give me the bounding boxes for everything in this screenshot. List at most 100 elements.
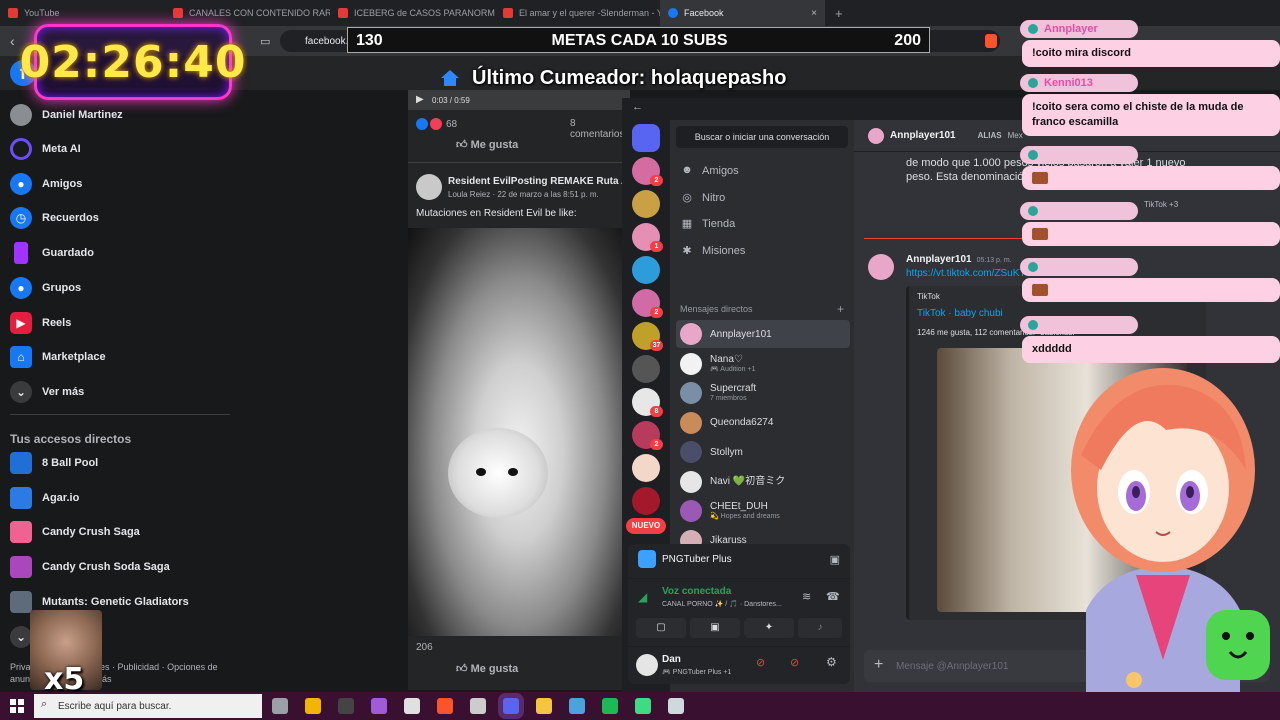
voice-status[interactable]: Voz conectada: [662, 586, 731, 597]
avatar: [680, 382, 702, 404]
server-icon[interactable]: [632, 124, 660, 152]
back-button[interactable]: ‹: [10, 33, 15, 49]
user-activity: 🎮 PNGTuber Plus +1: [662, 669, 732, 676]
new-badge[interactable]: NUEVO: [626, 518, 666, 534]
sidebar-item-memories[interactable]: ◷ Recuerdos: [10, 201, 99, 235]
server-icon[interactable]: [632, 355, 660, 383]
dm-item[interactable]: Supercraft 7 miembros: [676, 379, 850, 407]
shortcut-agario[interactable]: Agar.io: [10, 481, 79, 515]
avatar[interactable]: [636, 654, 658, 676]
like-reaction-icon: [416, 118, 428, 130]
embed-title[interactable]: TikTok · baby chubi: [917, 308, 1003, 319]
taskbar-app-icon[interactable]: [338, 698, 354, 714]
noise-suppression-icon[interactable]: ≋: [802, 590, 811, 603]
taskbar-app-icon[interactable]: [371, 698, 387, 714]
activity-action-icon[interactable]: ▣: [830, 553, 840, 566]
comments-count[interactable]: 8 comentarios: [570, 118, 630, 140]
windows-start-icon[interactable]: [10, 699, 24, 713]
taskbar-app-icon[interactable]: [635, 698, 651, 714]
taskbar-app-icon[interactable]: [569, 698, 585, 714]
soundboard-button[interactable]: ♪: [798, 618, 842, 638]
chat-message: !coito mira discord: [1022, 40, 1280, 67]
chat-message: !coito sera como el chiste de la muda de…: [1022, 94, 1280, 136]
reactions-count[interactable]: 68: [416, 118, 457, 130]
unread-badge: 37: [650, 340, 663, 351]
tab-slenderman[interactable]: El amar y el querer -Slenderman - Yo: [495, 0, 660, 26]
like-button[interactable]: 👍︎ Me gusta: [456, 138, 518, 151]
screen-share-button[interactable]: ▣: [690, 618, 740, 638]
taskbar-app-icon[interactable]: [305, 698, 321, 714]
dm-item[interactable]: Nana♡ 🎮 Audition +1: [676, 350, 850, 378]
nav-store[interactable]: ▦ Tienda: [680, 217, 735, 231]
taskbar-app-icon[interactable]: [536, 698, 552, 714]
reactions-count[interactable]: 206: [416, 642, 433, 653]
avatar[interactable]: [868, 254, 894, 280]
taskbar-app-icon[interactable]: [272, 698, 288, 714]
nav-quests[interactable]: ✱ Misiones: [680, 244, 745, 258]
sidebar-item-marketplace[interactable]: ⌂ Marketplace: [10, 340, 106, 374]
sidebar-item-profile[interactable]: Daniel Martinez: [10, 98, 123, 132]
activities-button[interactable]: ✦: [744, 618, 794, 638]
dm-heading: Mensajes directos +: [680, 302, 844, 316]
tab-youtube[interactable]: YouTube: [0, 0, 165, 26]
shortcut-candy-crush[interactable]: Candy Crush Saga: [10, 515, 140, 549]
tab-facebook[interactable]: Facebook ×: [660, 0, 825, 26]
dm-item[interactable]: CHEEt_DUH 💫 Hopes and dreams: [676, 497, 850, 525]
dm-item[interactable]: Stollym: [676, 438, 850, 466]
tab-iceberg[interactable]: ICEBERG de CASOS PARANORMALES: [330, 0, 495, 26]
sidebar-item-see-more[interactable]: ⌄ Ver más: [10, 375, 84, 409]
nav-friends[interactable]: ☻ Amigos: [680, 164, 738, 178]
play-icon[interactable]: ▶: [416, 94, 424, 105]
activity-title: PNGTuber Plus: [662, 554, 732, 565]
deafen-icon[interactable]: ⊘: [790, 656, 799, 669]
taskbar-app-icon[interactable]: [437, 698, 453, 714]
tiktok-link[interactable]: https://vt.tiktok.com/ZSuKT: [906, 268, 1025, 279]
server-icon[interactable]: [632, 190, 660, 218]
server-icon[interactable]: [632, 256, 660, 284]
sidebar-item-groups[interactable]: ● Grupos: [10, 271, 81, 305]
back-arrow-icon[interactable]: ←: [632, 101, 643, 113]
like-button[interactable]: 👍︎ Me gusta: [456, 662, 518, 675]
quests-icon: ✱: [682, 245, 692, 257]
shortcut-8-ball-pool[interactable]: 8 Ball Pool: [10, 446, 98, 480]
voice-channel[interactable]: CANAL PORNO ✨ / 🎵 · Danstores...: [662, 600, 782, 608]
brave-shield-icon[interactable]: [985, 34, 997, 48]
dm-search-button[interactable]: Buscar o iniciar una conversación: [676, 126, 848, 148]
agario-icon: [10, 487, 32, 509]
chat-username-tag: [1020, 258, 1138, 276]
user-name[interactable]: Dan: [662, 654, 681, 665]
add-attachment-icon[interactable]: +: [874, 656, 883, 674]
server-icon[interactable]: [632, 454, 660, 482]
camera-off-button[interactable]: ▢: [636, 618, 686, 638]
post-author[interactable]: Resident EvilPosting REMAKE Ruta A: [448, 176, 628, 187]
mic-muted-icon[interactable]: ⊘: [756, 656, 765, 669]
bookmark-icon[interactable]: ▭: [260, 35, 270, 48]
message-author[interactable]: Annplayer101 05:13 p. m.: [906, 254, 1012, 265]
taskbar-app-icon[interactable]: [602, 698, 618, 714]
new-tab-button[interactable]: +: [835, 6, 843, 21]
sidebar-item-friends[interactable]: ● Amigos: [10, 167, 82, 201]
tab-canales[interactable]: CANALES CON CONTENIDO RARO E: [165, 0, 330, 26]
chat-badge-icon: [1028, 24, 1038, 34]
taskbar-app-icon[interactable]: [503, 698, 519, 714]
taskbar-app-icon[interactable]: [668, 698, 684, 714]
dm-item[interactable]: Navi 💚初音ミク: [676, 468, 850, 496]
avatar[interactable]: [416, 174, 442, 200]
sidebar-item-saved[interactable]: Guardado: [10, 236, 94, 270]
dm-item[interactable]: Annplayer101: [676, 320, 850, 348]
nav-nitro[interactable]: ◎ Nitro: [680, 191, 725, 205]
server-icon[interactable]: [632, 487, 660, 515]
sidebar-item-meta-ai[interactable]: Meta AI: [10, 132, 81, 166]
taskbar-app-icon[interactable]: [404, 698, 420, 714]
sidebar-item-reels[interactable]: ▶ Reels: [10, 306, 71, 340]
shortcut-candy-crush-soda[interactable]: Candy Crush Soda Saga: [10, 550, 170, 584]
taskbar-search-input[interactable]: ⌕ Escribe aquí para buscar.: [34, 694, 262, 718]
chat-badge-icon: [1028, 262, 1038, 272]
add-dm-button[interactable]: +: [837, 302, 844, 316]
post-photo[interactable]: [408, 228, 630, 636]
taskbar-app-icon[interactable]: [470, 698, 486, 714]
close-tab-button[interactable]: ×: [811, 8, 817, 19]
dm-item[interactable]: Queonda6274: [676, 409, 850, 437]
gear-icon[interactable]: ⚙: [826, 655, 837, 669]
disconnect-icon[interactable]: ☎: [826, 590, 840, 603]
